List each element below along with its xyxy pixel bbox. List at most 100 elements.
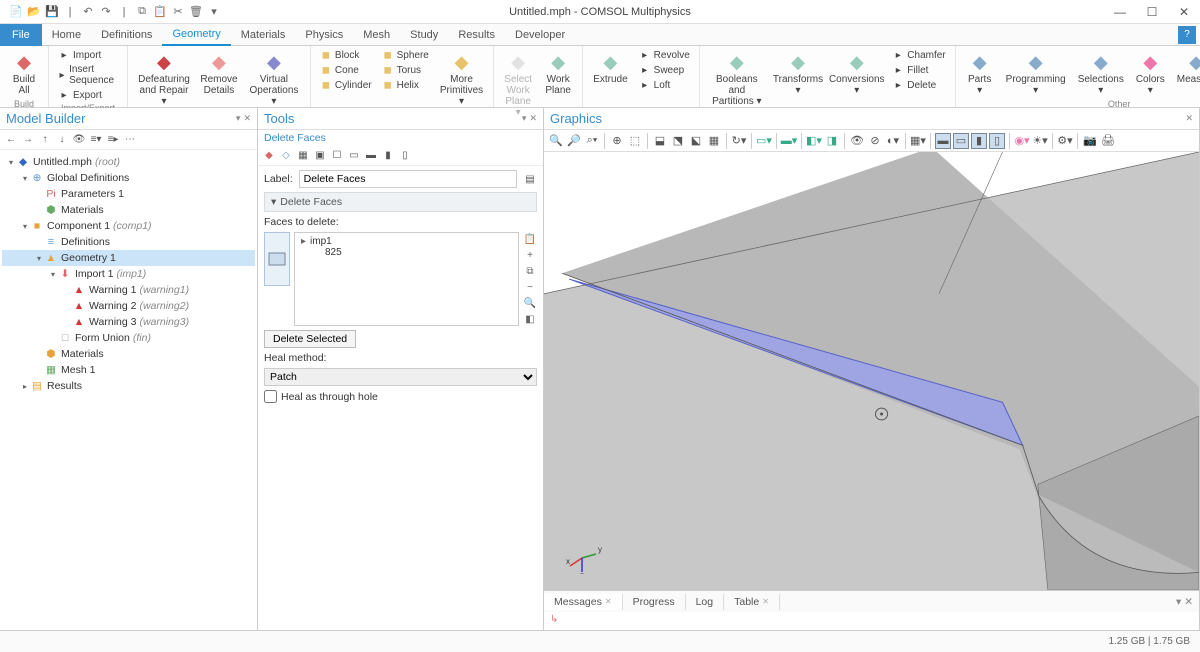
paste-icon[interactable]: 📋 [152, 4, 168, 20]
ribbon-measure[interactable]: ◆Measure [1173, 48, 1200, 87]
xy-view-icon[interactable]: ⬓ [652, 133, 668, 149]
ribbon-transforms[interactable]: ◆Transforms▾ [772, 48, 824, 98]
section-header[interactable]: ▾Delete Faces [264, 192, 537, 212]
expand-icon[interactable]: ≡▸ [106, 133, 120, 147]
wireframe-icon[interactable]: ▦▾ [910, 133, 926, 149]
print-icon[interactable]: 🖨 [1100, 133, 1116, 149]
tool-icon[interactable]: ◇ [279, 149, 293, 163]
zoom-out-icon[interactable]: 🔎 [566, 133, 582, 149]
tree-component-1[interactable]: ▾■Component 1(comp1) [2, 218, 255, 234]
delete-selected-button[interactable]: Delete Selected [264, 330, 356, 348]
save-icon[interactable]: 💾 [44, 4, 60, 20]
ribbon-cone[interactable]: ◼Cone [317, 63, 375, 77]
tree-warning-3[interactable]: ▲Warning 3(warning3) [2, 314, 255, 330]
down-icon[interactable]: ↓ [55, 133, 69, 147]
tree-geometry-1[interactable]: ▾▲Geometry 1 [2, 250, 255, 266]
tree-materials[interactable]: ⬢Materials [2, 202, 255, 218]
collapse-icon[interactable]: ≡▾ [89, 133, 103, 147]
add-sel-icon[interactable]: + [523, 248, 537, 262]
minimize-button[interactable]: — [1104, 0, 1136, 24]
nav-back-icon[interactable]: ← [4, 133, 18, 147]
menu-definitions[interactable]: Definitions [91, 24, 162, 46]
ribbon-remove[interactable]: ◆RemoveDetails [198, 48, 240, 98]
close-panel-icon[interactable]: ✕ [243, 113, 251, 124]
zoom-box-icon[interactable]: ⌕▾ [584, 133, 600, 149]
ribbon-conversions[interactable]: ◆Conversions▾ [828, 48, 885, 98]
ribbon-chamfer[interactable]: ▸Chamfer [889, 48, 948, 62]
new-icon[interactable]: 📄 [8, 4, 24, 20]
tool-icon[interactable]: ▯ [398, 149, 412, 163]
zoom-in-icon[interactable]: 🔍 [548, 133, 564, 149]
ribbon-import[interactable]: ▸Import [55, 48, 121, 62]
tree-untitled.mph[interactable]: ▾◆Untitled.mph(root) [2, 154, 255, 170]
ribbon-cylinder[interactable]: ◼Cylinder [317, 78, 375, 92]
menu-geometry[interactable]: Geometry [162, 24, 230, 46]
sel-boundary-icon[interactable]: ▭ [953, 133, 969, 149]
copy-icon[interactable]: ⧉ [134, 4, 150, 20]
label-input[interactable] [299, 170, 517, 188]
menu-materials[interactable]: Materials [231, 24, 296, 46]
ribbon-selections[interactable]: ◆Selections▾ [1074, 48, 1128, 98]
tool-icon[interactable]: ▦ [296, 149, 310, 163]
paste-sel-icon[interactable]: 📋 [523, 232, 537, 246]
ribbon-parts[interactable]: ◆Parts▾ [962, 48, 998, 98]
screenshot-icon[interactable]: 📷 [1082, 133, 1098, 149]
redo-icon[interactable]: ↷ [98, 4, 114, 20]
menu-study[interactable]: Study [400, 24, 448, 46]
cut-icon[interactable]: ✂ [170, 4, 186, 20]
ribbon-insert-sequence[interactable]: ▸Insert Sequence [55, 63, 121, 87]
ribbon-booleans-and[interactable]: ◆Booleans andPartitions ▾ [706, 48, 768, 109]
remove-sel-icon[interactable]: − [523, 280, 537, 294]
ribbon-helix[interactable]: ◼Helix [379, 78, 432, 92]
ribbon-torus[interactable]: ◼Torus [379, 63, 432, 77]
tree-parameters-1[interactable]: PiParameters 1 [2, 186, 255, 202]
view-icon[interactable]: ▬▾ [781, 133, 797, 149]
ribbon-sphere[interactable]: ◼Sphere [379, 48, 432, 62]
ribbon-build[interactable]: ◆BuildAll [6, 48, 42, 98]
tool-icon[interactable]: ▬ [364, 149, 378, 163]
settings-icon[interactable]: ⚙▾ [1057, 133, 1073, 149]
open-icon[interactable]: 📂 [26, 4, 42, 20]
menu-home[interactable]: Home [42, 24, 91, 46]
transparency-icon[interactable]: ◐▾ [885, 133, 901, 149]
sel-domain-icon[interactable]: ▬ [935, 133, 951, 149]
tree-mesh-1[interactable]: ▦Mesh 1 [2, 362, 255, 378]
sel-point-icon[interactable]: ▯ [989, 133, 1005, 149]
tab-messages[interactable]: Messages ✕ [544, 594, 623, 610]
ribbon-block[interactable]: ◼Block [317, 48, 375, 62]
go-default-icon[interactable]: ⬚ [627, 133, 643, 149]
ribbon-work[interactable]: ◆WorkPlane [540, 48, 576, 98]
menu-results[interactable]: Results [448, 24, 505, 46]
tree-warning-1[interactable]: ▲Warning 1(warning1) [2, 282, 255, 298]
more-icon[interactable]: ⋯ [123, 133, 137, 147]
delete-icon[interactable]: 🗑 [188, 4, 204, 20]
ribbon-more[interactable]: ◆MorePrimitives ▾ [436, 48, 487, 109]
tool-icon[interactable]: ▭ [347, 149, 361, 163]
tree-results[interactable]: ▸▤Results [2, 378, 255, 394]
hide-icon[interactable]: 👁 [849, 133, 865, 149]
select-icon[interactable]: ▭▾ [756, 133, 772, 149]
nav-fwd-icon[interactable]: → [21, 133, 35, 147]
help-icon[interactable]: ? [1178, 26, 1196, 44]
menu-developer[interactable]: Developer [505, 24, 575, 46]
copy-sel-icon[interactable]: ⧉ [523, 264, 537, 278]
color-icon[interactable]: ◉▾ [1014, 133, 1030, 149]
sel-edge-icon[interactable]: ▮ [971, 133, 987, 149]
ribbon-colors[interactable]: ◆Colors▾ [1132, 48, 1169, 98]
undo-icon[interactable]: ↶ [80, 4, 96, 20]
ribbon-extrude[interactable]: ◆Extrude [589, 48, 631, 87]
up-icon[interactable]: ↑ [38, 133, 52, 147]
ribbon-sweep[interactable]: ▸Sweep [636, 63, 693, 77]
yz-view-icon[interactable]: ⬔ [670, 133, 686, 149]
ribbon-defeaturing[interactable]: ◆Defeaturingand Repair ▾ [134, 48, 194, 109]
tree-materials[interactable]: ⬢Materials [2, 346, 255, 362]
tool-icon[interactable]: ☐ [330, 149, 344, 163]
tree-import-1[interactable]: ▾⬇Import 1(imp1) [2, 266, 255, 282]
ribbon-fillet[interactable]: ▸Fillet [889, 63, 948, 77]
ortho-icon[interactable]: ▦ [706, 133, 722, 149]
clip-icon[interactable]: ◧▾ [806, 133, 822, 149]
zoom-extents-icon[interactable]: ⊕ [609, 133, 625, 149]
rotate-icon[interactable]: ↻▾ [731, 133, 747, 149]
ribbon-revolve[interactable]: ▸Revolve [636, 48, 693, 62]
menu-physics[interactable]: Physics [295, 24, 353, 46]
